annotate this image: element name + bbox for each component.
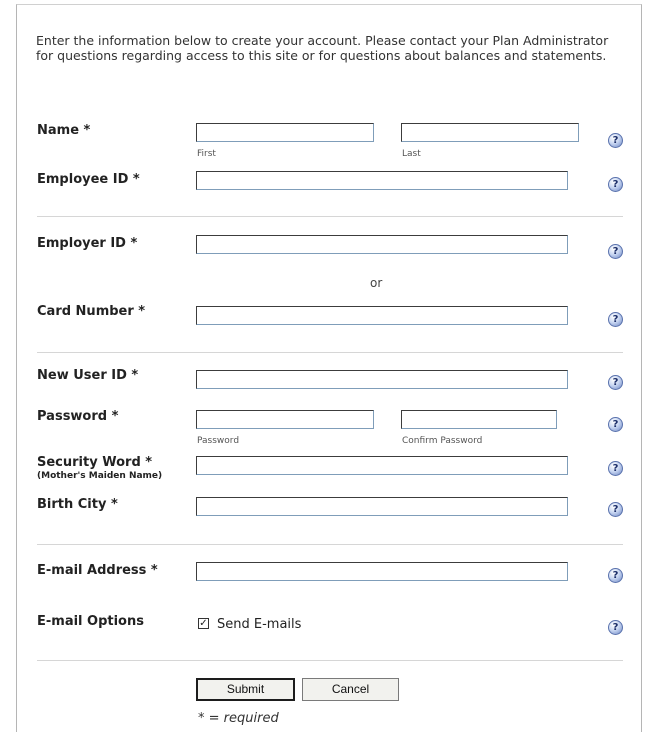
or-separator: or: [370, 276, 383, 290]
confirm-password-input[interactable]: [401, 410, 557, 429]
email-input[interactable]: [196, 562, 568, 581]
email-label: E-mail Address *: [37, 563, 158, 578]
send-emails-checkbox[interactable]: ✓: [198, 618, 209, 629]
email-help-icon[interactable]: ?: [608, 568, 623, 583]
password-hint: Password: [197, 436, 240, 446]
new-user-id-input[interactable]: [196, 370, 568, 389]
employer-id-label: Employer ID *: [37, 236, 138, 251]
email-options-label: E-mail Options: [37, 614, 144, 629]
divider: [37, 660, 623, 661]
last-name-input[interactable]: [401, 123, 579, 142]
card-number-help-icon[interactable]: ?: [608, 312, 623, 327]
birth-city-label: Birth City *: [37, 497, 118, 512]
security-word-sublabel: (Mother's Maiden Name): [37, 471, 163, 481]
card-number-label: Card Number *: [37, 304, 146, 319]
email-options-help-icon[interactable]: ?: [608, 620, 623, 635]
name-label: Name *: [37, 123, 91, 138]
last-name-hint: Last: [402, 149, 421, 159]
divider: [37, 216, 623, 217]
new-user-id-label: New User ID *: [37, 368, 139, 383]
submit-button[interactable]: Submit: [196, 678, 295, 701]
confirm-password-hint: Confirm Password: [402, 436, 483, 446]
first-name-hint: First: [197, 149, 216, 159]
employer-id-help-icon[interactable]: ?: [608, 244, 623, 259]
security-word-label: Security Word *: [37, 455, 153, 470]
birth-city-input[interactable]: [196, 497, 568, 516]
divider: [37, 352, 623, 353]
name-help-icon[interactable]: ?: [608, 133, 623, 148]
password-label: Password *: [37, 409, 119, 424]
security-word-input[interactable]: [196, 456, 568, 475]
card-number-input[interactable]: [196, 306, 568, 325]
password-help-icon[interactable]: ?: [608, 417, 623, 432]
send-emails-label[interactable]: Send E-mails: [217, 617, 301, 632]
birth-city-help-icon[interactable]: ?: [608, 502, 623, 517]
security-word-help-icon[interactable]: ?: [608, 461, 623, 476]
password-input[interactable]: [196, 410, 374, 429]
first-name-input[interactable]: [196, 123, 374, 142]
employee-id-label: Employee ID *: [37, 172, 140, 187]
employee-id-help-icon[interactable]: ?: [608, 177, 623, 192]
new-user-id-help-icon[interactable]: ?: [608, 375, 623, 390]
intro-text: Enter the information below to create yo…: [36, 33, 609, 63]
employee-id-input[interactable]: [196, 171, 568, 190]
cancel-button[interactable]: Cancel: [302, 678, 399, 701]
divider: [37, 544, 623, 545]
employer-id-input[interactable]: [196, 235, 568, 254]
required-note: * = required: [198, 711, 279, 726]
